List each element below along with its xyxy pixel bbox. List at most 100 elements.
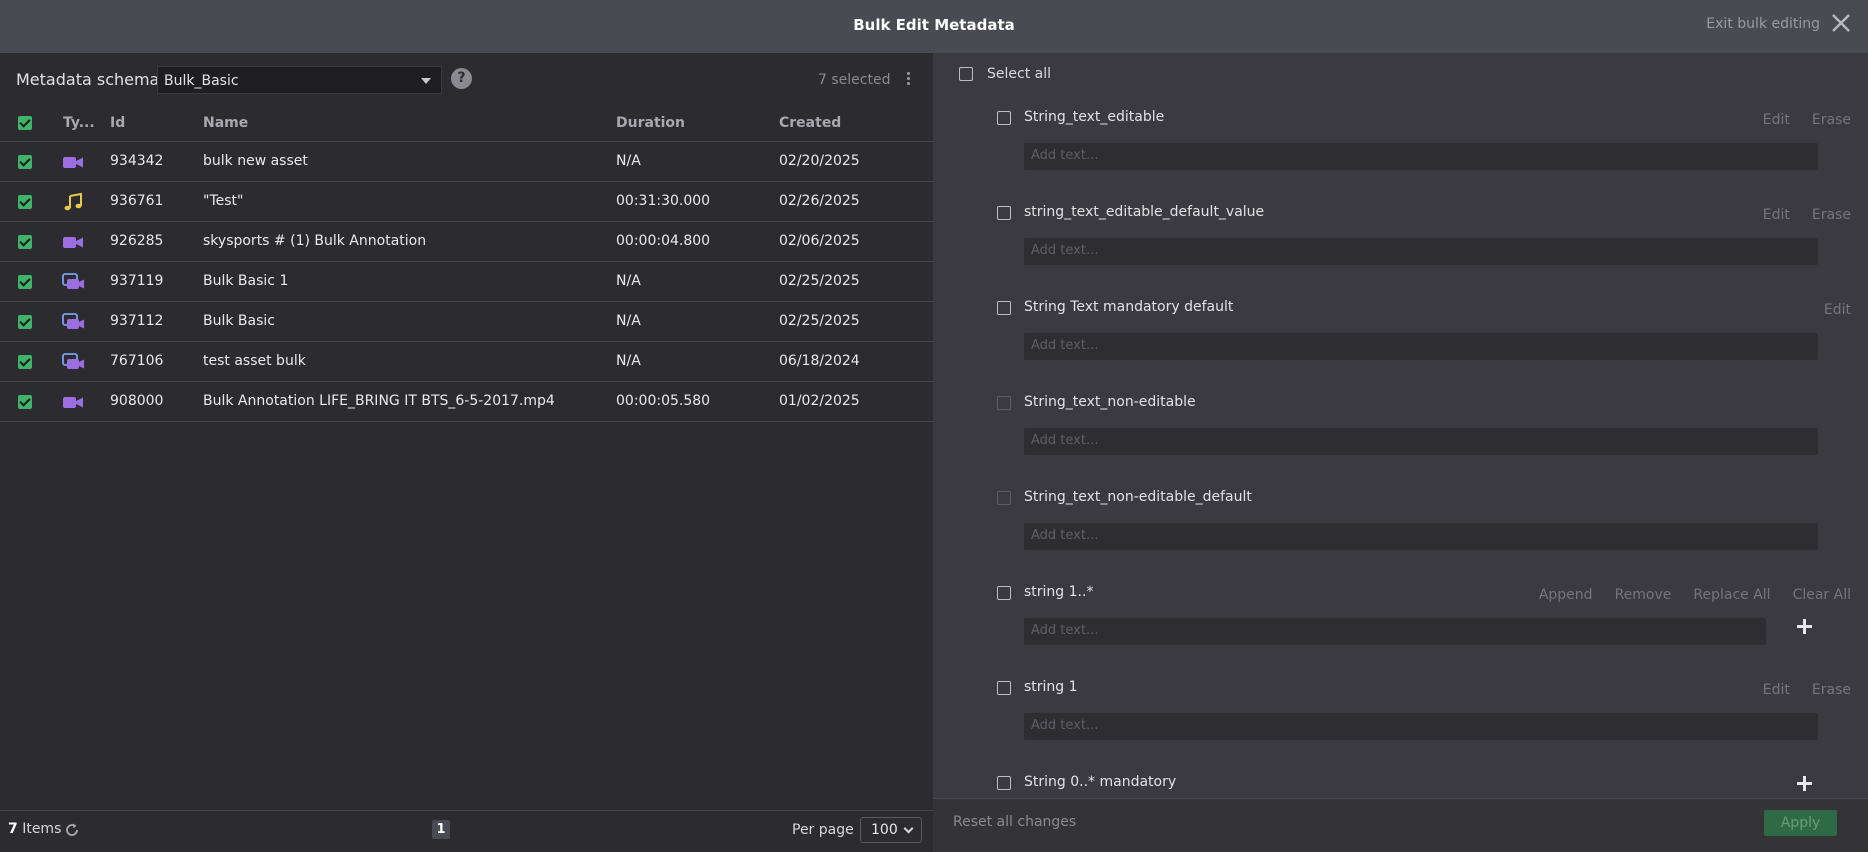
cell-created: 02/25/2025 bbox=[779, 313, 860, 329]
field-actions: Append Remove Replace All Clear All bbox=[1517, 587, 1851, 603]
select-all-fields-checkbox[interactable] bbox=[959, 67, 973, 81]
row-checkbox[interactable] bbox=[18, 395, 32, 409]
per-page-value: 100 bbox=[871, 822, 898, 838]
add-value-icon[interactable] bbox=[1797, 776, 1812, 791]
column-header-duration[interactable]: Duration bbox=[616, 115, 685, 139]
column-header-id[interactable]: Id bbox=[110, 115, 125, 139]
metadata-field: string 1..* Append Remove Replace All Clear … bbox=[933, 583, 1868, 678]
cell-created: 02/06/2025 bbox=[779, 233, 860, 249]
schema-label: Metadata schema: bbox=[16, 70, 165, 89]
field-text-input[interactable]: Add text... bbox=[1024, 713, 1818, 740]
field-text-input[interactable]: Add text... bbox=[1024, 238, 1818, 265]
cell-id: 767106 bbox=[110, 353, 164, 369]
column-header-name[interactable]: Name bbox=[203, 115, 248, 139]
schema-select[interactable]: Bulk_Basic bbox=[157, 66, 442, 94]
close-icon[interactable] bbox=[1830, 12, 1852, 34]
field-name: String Text mandatory default bbox=[1024, 299, 1234, 315]
cell-id: 936761 bbox=[110, 193, 164, 209]
field-action-edit-button[interactable]: Edit bbox=[1763, 682, 1790, 698]
row-checkbox[interactable] bbox=[18, 235, 32, 249]
cell-id: 937119 bbox=[110, 273, 164, 289]
reset-all-changes-button[interactable]: Reset all changes bbox=[953, 814, 1076, 830]
field-checkbox[interactable] bbox=[997, 586, 1011, 600]
field-checkbox[interactable] bbox=[997, 681, 1011, 695]
cell-duration: 00:00:04.800 bbox=[616, 233, 711, 249]
cell-created: 01/02/2025 bbox=[779, 393, 860, 409]
table-row[interactable]: 908000 Bulk Annotation LIFE_BRING IT BTS_… bbox=[0, 382, 933, 422]
field-actions: Edit bbox=[1802, 302, 1851, 318]
table-row[interactable]: 926285 skysports # (1) Bulk Annotation 00:… bbox=[0, 222, 933, 262]
cell-name: Bulk Basic bbox=[203, 313, 275, 329]
field-text-input[interactable]: Add text... bbox=[1024, 143, 1818, 170]
field-name: String_text_non-editable bbox=[1024, 394, 1196, 410]
cell-created: 06/18/2024 bbox=[779, 353, 860, 369]
field-name: String 0..* mandatory bbox=[1024, 774, 1177, 790]
field-action-append-button[interactable]: Append bbox=[1539, 587, 1593, 603]
field-action-remove-button[interactable]: Remove bbox=[1615, 587, 1672, 603]
table-row[interactable]: 937119 Bulk Basic 1 N/A 02/25/2025 bbox=[0, 262, 933, 302]
cell-name: Bulk Annotation LIFE_BRING IT BTS_6-5-20… bbox=[203, 393, 555, 409]
field-checkbox[interactable] bbox=[997, 111, 1011, 125]
field-text-input[interactable]: Add text... bbox=[1024, 618, 1766, 645]
row-checkbox[interactable] bbox=[18, 155, 32, 169]
field-checkbox[interactable] bbox=[997, 776, 1011, 790]
help-icon[interactable]: ? bbox=[451, 68, 472, 89]
field-checkbox[interactable] bbox=[997, 301, 1011, 315]
exit-bulk-editing-link[interactable]: Exit bulk editing bbox=[1706, 16, 1820, 32]
column-header-created[interactable]: Created bbox=[779, 115, 841, 139]
top-bar: Bulk Edit Metadata Exit bulk editing bbox=[0, 0, 1868, 53]
items-count-number: 7 bbox=[8, 821, 18, 837]
field-checkbox bbox=[997, 396, 1011, 410]
row-checkbox[interactable] bbox=[18, 195, 32, 209]
table-row[interactable]: 936761 "Test" 00:31:30.000 02/26/2025 bbox=[0, 182, 933, 222]
row-checkbox[interactable] bbox=[18, 275, 32, 289]
table-row[interactable]: 937112 Bulk Basic N/A 02/25/2025 bbox=[0, 302, 933, 342]
cell-created: 02/26/2025 bbox=[779, 193, 860, 209]
field-checkbox bbox=[997, 491, 1011, 505]
add-value-icon[interactable] bbox=[1797, 619, 1812, 634]
field-checkbox[interactable] bbox=[997, 206, 1011, 220]
items-count-label: Items bbox=[17, 821, 62, 837]
cell-created: 02/20/2025 bbox=[779, 153, 860, 169]
field-action-erase-button[interactable]: Erase bbox=[1812, 207, 1851, 223]
per-page-select[interactable]: 100 bbox=[860, 817, 922, 843]
field-name: String_text_editable bbox=[1024, 109, 1165, 125]
table-row[interactable]: 934342 bulk new asset N/A 02/20/2025 bbox=[0, 142, 933, 182]
column-header-type[interactable]: Ty... bbox=[63, 115, 95, 139]
selected-count: 7 selected bbox=[818, 72, 891, 88]
cell-duration: 00:00:05.580 bbox=[616, 393, 711, 409]
refresh-icon[interactable] bbox=[64, 822, 80, 838]
field-action-clear-all-button[interactable]: Clear All bbox=[1793, 587, 1851, 603]
field-action-erase-button[interactable]: Erase bbox=[1812, 682, 1851, 698]
cell-name: "Test" bbox=[203, 193, 244, 209]
field-action-replace-all-button[interactable]: Replace All bbox=[1693, 587, 1770, 603]
more-options-icon[interactable] bbox=[903, 70, 913, 88]
select-all-assets-checkbox[interactable] bbox=[18, 116, 32, 130]
field-action-edit-button[interactable]: Edit bbox=[1763, 207, 1790, 223]
cell-id: 908000 bbox=[110, 393, 164, 409]
metadata-field: String_text_non-editable_default Add text… bbox=[933, 488, 1868, 583]
edit-footer: Reset all changes Apply bbox=[933, 798, 1868, 852]
cell-id: 934342 bbox=[110, 153, 164, 169]
field-text-input[interactable]: Add text... bbox=[1024, 333, 1818, 360]
row-checkbox[interactable] bbox=[18, 355, 32, 369]
page-number-button[interactable]: 1 bbox=[432, 820, 450, 839]
cell-duration: 00:31:30.000 bbox=[616, 193, 711, 209]
cell-id: 937112 bbox=[110, 313, 164, 329]
cell-duration: N/A bbox=[616, 153, 641, 169]
field-actions: Edit Erase bbox=[1741, 207, 1851, 223]
metadata-fields-panel: Select all String_text_editable Edit Erase… bbox=[933, 53, 1868, 852]
metadata-field: string_text_editable_default_value Edit Er… bbox=[933, 203, 1868, 298]
video-icon bbox=[63, 157, 83, 168]
apply-button[interactable]: Apply bbox=[1764, 810, 1837, 836]
field-action-erase-button[interactable]: Erase bbox=[1812, 112, 1851, 128]
metadata-field: String_text_non-editable Add text... bbox=[933, 393, 1868, 488]
field-action-edit-button[interactable]: Edit bbox=[1824, 302, 1851, 318]
row-checkbox[interactable] bbox=[18, 315, 32, 329]
table-row[interactable]: 767106 test asset bulk N/A 06/18/2024 bbox=[0, 342, 933, 382]
field-name: string_text_editable_default_value bbox=[1024, 204, 1265, 220]
music-note-icon bbox=[64, 192, 82, 211]
schema-select-value: Bulk_Basic bbox=[164, 73, 239, 89]
field-action-edit-button[interactable]: Edit bbox=[1763, 112, 1790, 128]
asset-list-panel: Metadata schema: Bulk_Basic ? 7 selected… bbox=[0, 53, 933, 852]
